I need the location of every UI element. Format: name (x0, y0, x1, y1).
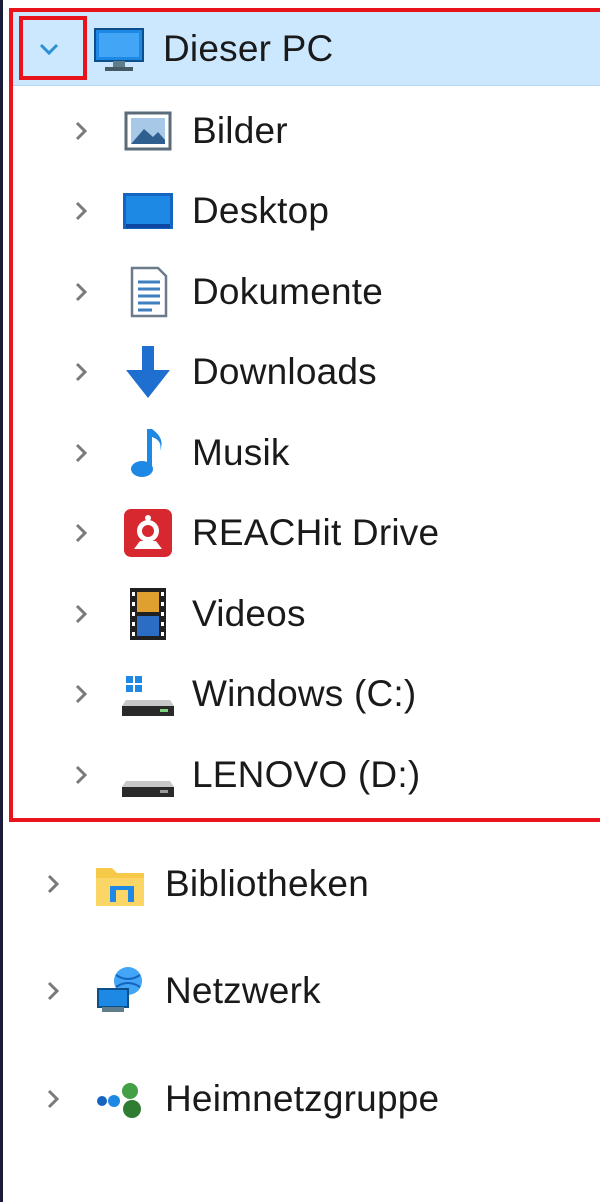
tree-item-label: Downloads (192, 351, 377, 392)
tree-item-label: REACHit Drive (192, 512, 440, 553)
chevron-right-icon[interactable] (63, 191, 99, 231)
chevron-right-icon[interactable] (63, 513, 99, 553)
chevron-right-icon[interactable] (63, 272, 99, 312)
tree-item-videos[interactable]: Videos (3, 574, 600, 654)
tree-item-bilder[interactable]: Bilder (3, 91, 600, 171)
desktop-icon (118, 181, 178, 241)
network-icon (90, 961, 150, 1021)
tree-item-netzwerk[interactable]: Netzwerk (3, 951, 600, 1031)
tree-item-lenovo-d[interactable]: LENOVO (D:) (3, 735, 600, 815)
tree-item-label: Bibliotheken (165, 863, 369, 904)
chevron-right-icon[interactable] (35, 1079, 71, 1119)
tree-item-dokumente[interactable]: Dokumente (3, 252, 600, 332)
tree-item-label: LENOVO (D:) (192, 754, 421, 795)
chevron-right-icon[interactable] (63, 755, 99, 795)
chevron-right-icon[interactable] (35, 864, 71, 904)
homegroup-icon (90, 1069, 150, 1129)
chevron-highlight-frame (19, 16, 87, 80)
tree-item-musik[interactable]: Musik (3, 413, 600, 493)
tree-item-label: Netzwerk (165, 970, 321, 1011)
tree-item-windows-c[interactable]: Windows (C:) (3, 654, 600, 734)
tree-item-label: Videos (192, 593, 306, 634)
chevron-right-icon[interactable] (63, 433, 99, 473)
chevron-right-icon[interactable] (63, 111, 99, 151)
tree-item-label: Heimnetzgruppe (165, 1078, 440, 1119)
tree-item-label: Desktop (192, 190, 330, 231)
tree-item-label: Dokumente (192, 271, 384, 312)
tree-item-label: Musik (192, 432, 290, 473)
tree-item-reachit-drive[interactable]: REACHit Drive (3, 493, 600, 573)
pictures-icon (118, 101, 178, 161)
tree-item-bibliotheken[interactable]: Bibliotheken (3, 844, 600, 924)
documents-icon (118, 262, 178, 322)
tree-item-heimnetzgruppe[interactable]: Heimnetzgruppe (3, 1059, 600, 1139)
chevron-right-icon[interactable] (35, 971, 71, 1011)
chevron-right-icon[interactable] (63, 594, 99, 634)
chevron-right-icon[interactable] (63, 674, 99, 714)
videos-icon (118, 584, 178, 644)
tree-item-downloads[interactable]: Downloads (3, 332, 600, 412)
downloads-icon (118, 342, 178, 402)
tree-item-label: Bilder (192, 110, 288, 151)
tree-item-label: Windows (C:) (192, 673, 417, 714)
drive-icon (118, 745, 178, 805)
reachit-drive-icon (118, 503, 178, 563)
windows-drive-icon (118, 664, 178, 724)
music-icon (118, 423, 178, 483)
tree-item-desktop[interactable]: Desktop (3, 171, 600, 251)
chevron-right-icon[interactable] (63, 352, 99, 392)
libraries-icon (90, 854, 150, 914)
